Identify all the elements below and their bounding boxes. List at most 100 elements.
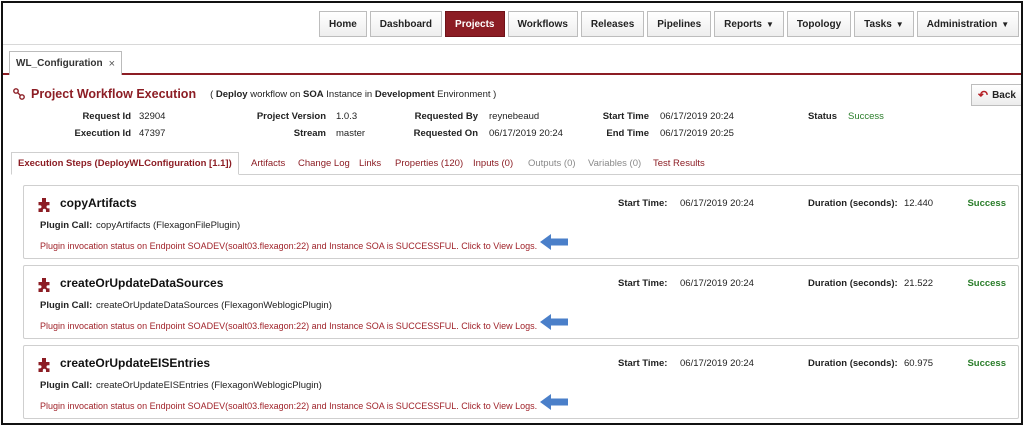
puzzle-icon bbox=[36, 357, 52, 373]
puzzle-icon bbox=[36, 277, 52, 293]
page-title: Project Workflow Execution bbox=[31, 87, 197, 101]
subtitle-instance: SOA bbox=[303, 88, 324, 100]
blue-arrow-icon bbox=[538, 232, 570, 252]
nav-home-button[interactable]: Home bbox=[319, 11, 367, 37]
tab-inputs[interactable]: Inputs (0) bbox=[473, 152, 513, 174]
step-duration-label: Duration (seconds): bbox=[808, 358, 898, 369]
execution-tabs: Execution Steps (DeployWLConfiguration [… bbox=[11, 149, 1021, 175]
tab-outputs[interactable]: Outputs (0) bbox=[528, 152, 576, 174]
tab-variables[interactable]: Variables (0) bbox=[588, 152, 641, 174]
nav-label: Home bbox=[329, 18, 357, 30]
nav-label: Tasks bbox=[864, 18, 892, 30]
step-duration-label: Duration (seconds): bbox=[808, 278, 898, 289]
step-duration-value: 21.522 bbox=[904, 278, 934, 289]
step-start-time-value: 06/17/2019 20:24 bbox=[680, 278, 754, 289]
plugin-call-label: Plugin Call: bbox=[40, 220, 93, 231]
back-button-label: Back bbox=[992, 89, 1016, 101]
subtitle-text-2: Instance in bbox=[326, 88, 373, 100]
step-card: createOrUpdateEISEntries Plugin Call: crea… bbox=[23, 345, 1019, 419]
back-arrow-icon: ↶ bbox=[978, 88, 989, 102]
requested-by-value: reynebeaud bbox=[489, 111, 540, 122]
tab-execution[interactable]: Execution Steps (DeployWLConfiguration [… bbox=[11, 152, 239, 175]
end-time-value: 06/17/2019 20:25 bbox=[660, 128, 734, 139]
nav-label: Topology bbox=[796, 18, 842, 30]
plugin-call-value: createOrUpdateEISEntries (FlexagonWeblog… bbox=[96, 380, 322, 391]
nav-pipelines-button[interactable]: Pipelines bbox=[647, 11, 712, 37]
step-card: createOrUpdateDataSources Plugin Call: cre… bbox=[23, 265, 1019, 339]
back-button[interactable]: ↶ Back bbox=[971, 84, 1021, 106]
step-duration-value: 12.440 bbox=[904, 198, 934, 209]
project-version-label: Project Version bbox=[256, 111, 326, 122]
blue-arrow-icon bbox=[538, 392, 570, 412]
start-time-value: 06/17/2019 20:24 bbox=[660, 111, 734, 122]
nav-reports-button[interactable]: Reports ▼ bbox=[714, 11, 784, 37]
step-start-time-value: 06/17/2019 20:24 bbox=[680, 358, 754, 369]
step-start-time-value: 06/17/2019 20:24 bbox=[680, 198, 754, 209]
stream-label: Stream bbox=[293, 128, 326, 139]
step-start-time-label: Start Time: bbox=[618, 358, 668, 369]
nav-administration-button[interactable]: Administration ▼ bbox=[916, 11, 1020, 37]
execution-id-label: Execution Id bbox=[74, 128, 131, 139]
nav-releases-button[interactable]: Releases bbox=[580, 11, 645, 37]
nav-projects-button[interactable]: Projects bbox=[445, 11, 505, 37]
step-duration-label: Duration (seconds): bbox=[808, 198, 898, 209]
subtitle-text-3: Environment ) bbox=[437, 88, 497, 100]
nav-dashboard-button[interactable]: Dashboard bbox=[369, 11, 443, 37]
nav-label: Releases bbox=[590, 18, 635, 30]
subtitle-open: ( bbox=[210, 88, 214, 100]
tab-change[interactable]: Change Log bbox=[298, 152, 350, 174]
page-header: Project Workflow Execution ( Deploy work… bbox=[13, 87, 496, 101]
puzzle-icon bbox=[36, 197, 52, 213]
requested-by-label: Requested By bbox=[414, 111, 478, 122]
tab-links[interactable]: Links bbox=[359, 152, 381, 174]
plugin-call-value: copyArtifacts (FlexagonFilePlugin) bbox=[96, 220, 241, 231]
blue-arrow-icon bbox=[538, 312, 570, 332]
plugin-call-label: Plugin Call: bbox=[40, 300, 93, 311]
end-time-label: End Time bbox=[606, 128, 649, 139]
document-tab-label: WL_Configuration bbox=[16, 58, 103, 69]
execution-id-value: 47397 bbox=[139, 128, 166, 139]
request-id-value: 32904 bbox=[139, 111, 166, 122]
subtitle-environment: Development bbox=[374, 88, 435, 100]
chevron-down-icon: ▼ bbox=[1001, 19, 1010, 29]
nav-label: Projects bbox=[455, 18, 495, 30]
tab-test[interactable]: Test Results bbox=[653, 152, 705, 174]
chevron-down-icon: ▼ bbox=[895, 19, 904, 29]
chevron-down-icon: ▼ bbox=[765, 19, 774, 29]
plugin-call-label: Plugin Call: bbox=[40, 380, 93, 391]
nav-label: Reports bbox=[724, 18, 762, 30]
step-start-time-label: Start Time: bbox=[618, 198, 668, 209]
plugin-call-value: createOrUpdateDataSources (FlexagonWeblo… bbox=[96, 300, 332, 311]
project-version-value: 1.0.3 bbox=[336, 111, 358, 122]
view-logs-link[interactable]: Plugin invocation status on Endpoint SOA… bbox=[40, 241, 537, 251]
tab-properties[interactable]: Properties (120) bbox=[395, 152, 463, 174]
main-nav: Home Dashboard Projects Workflows Releases Pi… bbox=[319, 11, 1020, 37]
step-start-time-label: Start Time: bbox=[618, 278, 668, 289]
view-logs-link[interactable]: Plugin invocation status on Endpoint SOA… bbox=[40, 401, 537, 411]
subtitle-action: Deploy bbox=[215, 88, 248, 100]
step-name: createOrUpdateDataSources bbox=[60, 276, 224, 290]
page-subtitle: ( Deploy workflow on SOA Instance in Dev… bbox=[210, 89, 496, 100]
close-icon[interactable]: × bbox=[109, 58, 115, 70]
nav-topology-button[interactable]: Topology bbox=[786, 11, 852, 37]
step-duration-value: 60.975 bbox=[904, 358, 934, 369]
nav-workflows-button[interactable]: Workflows bbox=[507, 11, 578, 37]
status-value: Success bbox=[848, 111, 884, 122]
document-tab[interactable]: WL_Configuration × bbox=[9, 51, 123, 75]
nav-label: Pipelines bbox=[657, 18, 702, 30]
nav-tasks-button[interactable]: Tasks ▼ bbox=[854, 11, 914, 37]
document-tab-strip: WL_Configuration × bbox=[3, 45, 1021, 75]
nav-label: Administration bbox=[926, 18, 998, 30]
step-result-badge: Success bbox=[967, 358, 1006, 369]
start-time-label: Start Time bbox=[602, 111, 649, 122]
request-id-label: Request Id bbox=[82, 111, 131, 122]
tab-artifacts[interactable]: Artifacts bbox=[251, 152, 285, 174]
nav-label: Workflows bbox=[517, 18, 568, 30]
top-nav-bar: Home Dashboard Projects Workflows Releases Pi… bbox=[3, 3, 1021, 45]
requested-on-label: Requested On bbox=[413, 128, 478, 139]
view-logs-link[interactable]: Plugin invocation status on Endpoint SOA… bbox=[40, 321, 537, 331]
requested-on-value: 06/17/2019 20:24 bbox=[489, 128, 563, 139]
step-name: copyArtifacts bbox=[60, 196, 137, 210]
step-card: copyArtifacts Plugin Call: copyArtifacts (… bbox=[23, 185, 1019, 259]
workflow-icon bbox=[13, 88, 25, 100]
